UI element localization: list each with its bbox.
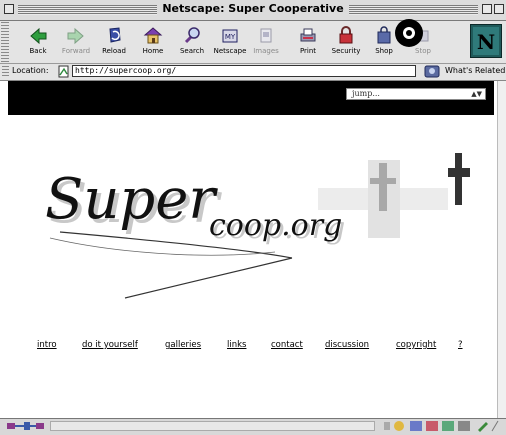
select-arrows-icon: ▲▼ [471, 90, 482, 98]
netscape-button[interactable]: MY Netscape [212, 23, 248, 61]
collapse-box-icon[interactable] [494, 4, 504, 14]
back-label: Back [29, 47, 47, 55]
page-proxy-icon[interactable] [58, 65, 70, 78]
mail-icon [410, 421, 422, 431]
lock-status-icon [458, 421, 470, 431]
search-label: Search [179, 47, 205, 55]
window-title: Netscape: Super Cooperative [157, 2, 349, 15]
svg-text:N: N [477, 30, 495, 54]
location-url-field[interactable]: http://supercoop.org/ [72, 65, 416, 77]
navigator-icon [394, 421, 404, 431]
whats-related-icon[interactable] [424, 64, 442, 79]
jump-select-value: jump... [352, 89, 380, 98]
news-icon [426, 421, 438, 431]
svg-text:MY: MY [225, 33, 236, 41]
component-grip-icon [384, 422, 390, 430]
back-button[interactable]: Back [20, 23, 56, 61]
netscape-throbber-logo[interactable]: N [470, 24, 502, 58]
whats-related-button[interactable]: What's Related [445, 66, 505, 75]
print-button[interactable]: Print [290, 23, 326, 61]
nav-link-intro[interactable]: intro [37, 340, 57, 350]
nav-link-discussion[interactable]: discussion [325, 340, 369, 350]
forward-arrow-icon [67, 27, 84, 45]
toolbar-grip[interactable] [1, 22, 9, 62]
netscape-icon: MY [222, 29, 238, 43]
nav-link-contact[interactable]: contact [271, 340, 303, 350]
resize-grip-icon [491, 420, 499, 432]
connection-status-icon[interactable] [6, 420, 46, 432]
nav-link-help[interactable]: ? [458, 340, 463, 350]
site-navigation: intro do it yourself galleries links con… [0, 340, 506, 354]
logo-main-text: Super [45, 167, 218, 232]
jump-select[interactable]: jump... ▲▼ [346, 88, 486, 100]
reload-label: Reload [102, 47, 126, 55]
netscape-label: Netscape [213, 47, 247, 55]
stop-label: Stop [415, 47, 431, 55]
reload-icon [109, 27, 121, 43]
nav-link-links[interactable]: links [227, 340, 246, 350]
edit-pencil-icon [478, 422, 488, 432]
search-icon [184, 27, 200, 44]
logo-sub-text: coop.org [209, 208, 342, 243]
composer-icon [442, 421, 454, 431]
home-button[interactable]: Home [135, 23, 171, 61]
print-label: Print [299, 47, 317, 55]
forward-button[interactable]: Forward [58, 23, 94, 61]
home-icon [143, 27, 163, 44]
search-button[interactable]: Search [174, 23, 210, 61]
security-label: Security [331, 47, 361, 55]
security-button[interactable]: Security [328, 23, 364, 61]
images-icon [260, 28, 272, 43]
home-label: Home [142, 47, 164, 55]
netscape-n-icon: N [473, 27, 499, 55]
vertical-scroll-track[interactable] [497, 81, 506, 418]
images-button[interactable]: Images [248, 23, 284, 61]
super-coop-logo: Super Super coop.org coop.org [45, 153, 470, 299]
location-bar-grip[interactable] [2, 66, 9, 78]
nav-link-galleries[interactable]: galleries [165, 340, 201, 350]
nav-link-copyright[interactable]: copyright [396, 340, 436, 350]
shop-label: Shop [375, 47, 393, 55]
back-arrow-icon [30, 27, 47, 45]
nav-link-do-it-yourself[interactable]: do it yourself [82, 340, 138, 350]
reload-button[interactable]: Reload [96, 23, 132, 61]
component-bar[interactable] [382, 419, 500, 433]
busy-cursor-icon [395, 19, 423, 47]
zoom-box-icon[interactable] [482, 4, 492, 14]
images-label: Images [253, 47, 279, 55]
shop-icon [377, 26, 391, 44]
printer-icon [300, 28, 316, 42]
forward-label: Forward [61, 47, 91, 55]
location-label: Location: [12, 66, 49, 75]
padlock-icon [339, 26, 353, 44]
status-progress-field [50, 421, 375, 431]
